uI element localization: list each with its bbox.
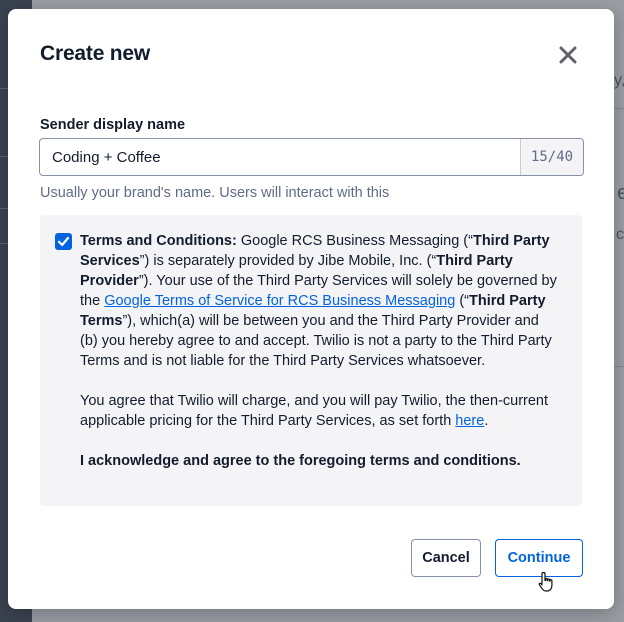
sender-help-text: Usually your brand's name. Users will in… [40, 185, 390, 201]
terms-text-span: Google RCS Business Messaging (“ [236, 233, 473, 249]
acknowledgement-paragraph: I acknowledge and agree to the foregoing… [80, 451, 560, 471]
background-text-fragment: y, [614, 72, 624, 89]
cancel-button[interactable]: Cancel [411, 539, 481, 577]
background-text-fragment: e [617, 182, 624, 204]
close-button[interactable] [552, 39, 584, 71]
terms-paragraph: Terms and Conditions: Google RCS Busines… [80, 231, 560, 371]
sender-display-name-input[interactable] [40, 139, 510, 175]
sender-display-name-field: 15/40 [39, 138, 584, 176]
terms-panel: Terms and Conditions: Google RCS Busines… [40, 215, 582, 506]
terms-text-span: ”), which(a) will be between you and the… [80, 313, 552, 369]
pricing-paragraph: You agree that Twilio will charge, and y… [80, 391, 560, 431]
google-rcs-terms-link[interactable]: Google Terms of Service for RCS Business… [104, 293, 455, 309]
terms-checkbox[interactable] [55, 233, 72, 250]
background-text-fragment: c [616, 226, 624, 243]
terms-text-span: ”) is separately provided by Jibe Mobile… [139, 253, 437, 269]
checkmark-icon [57, 236, 70, 247]
continue-button[interactable]: Continue [495, 539, 583, 577]
dialog-title: Create new [40, 42, 151, 65]
terms-text: Terms and Conditions: Google RCS Busines… [80, 231, 560, 471]
acknowledgement-text: I acknowledge and agree to the foregoing… [80, 453, 521, 469]
sender-display-name-label: Sender display name [40, 117, 186, 133]
character-counter: 15/40 [520, 139, 583, 175]
pricing-here-link[interactable]: here [455, 413, 484, 429]
terms-text-span: . [484, 413, 489, 429]
close-icon [559, 46, 577, 64]
terms-heading: Terms and Conditions: [80, 233, 237, 249]
create-new-dialog: Create new Sender display name 15/40 Usu… [8, 9, 614, 609]
terms-text-span: (“ [455, 293, 469, 309]
